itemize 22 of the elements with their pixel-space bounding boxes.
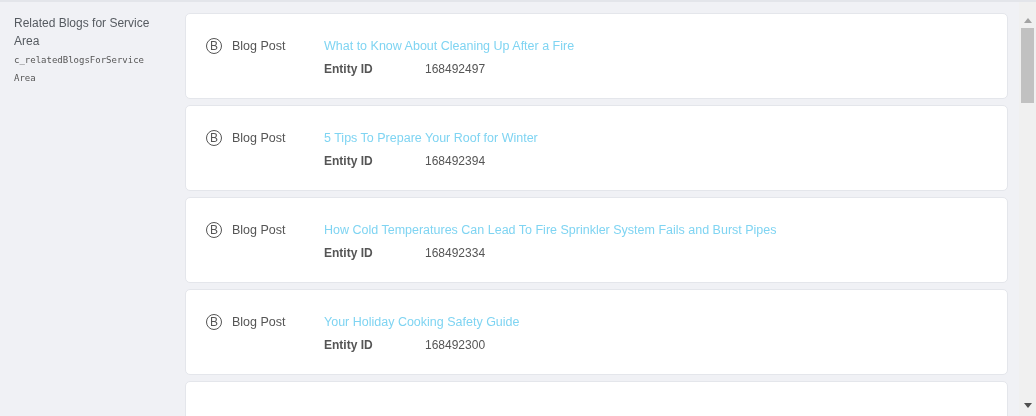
entity-id-value: 168492300 (425, 338, 486, 352)
entity-id-label: Entity ID (324, 154, 374, 168)
entity-type: Blog Post (232, 223, 286, 237)
entity-type: Blog Post (232, 315, 286, 329)
entity-card[interactable]: B Blog Post What to Know About Cleaning Up After a Fire Entity ID 168492497 (185, 13, 1008, 99)
entity-id-label: Entity ID (324, 62, 374, 76)
scrollbar[interactable] (1019, 2, 1036, 416)
entity-type: Blog Post (232, 39, 286, 53)
entity-card[interactable]: B Blog Post Your Holiday Cooking Safety Guide Entity ID 168492300 (185, 289, 1008, 375)
scroll-up-icon[interactable] (1023, 18, 1032, 23)
field-api-name: c_relatedBlogsForService Area (14, 54, 146, 85)
entity-card[interactable]: B Blog Post How Cold Temperatures Can Lead To Fire Sprinkler System Fails and Burst Pipes Entity ID 168492334 (185, 197, 1008, 283)
entity-id-label: Entity ID (324, 338, 374, 352)
entity-id-value: 168492334 (425, 246, 486, 260)
scroll-thumb[interactable] (1021, 28, 1034, 103)
scroll-down-icon[interactable] (1023, 403, 1032, 408)
field-label: Related Blogs for Service Area (14, 15, 151, 50)
entity-card[interactable]: B Blog Post 5 Tips To Prepare Your Roof for Winter Entity ID 168492394 (185, 105, 1008, 191)
entity-id-value: 168492394 (425, 154, 486, 168)
entity-type: Blog Post (232, 131, 286, 145)
entity-id-label: Entity ID (324, 246, 374, 260)
entity-id-value: 168492497 (425, 62, 486, 76)
